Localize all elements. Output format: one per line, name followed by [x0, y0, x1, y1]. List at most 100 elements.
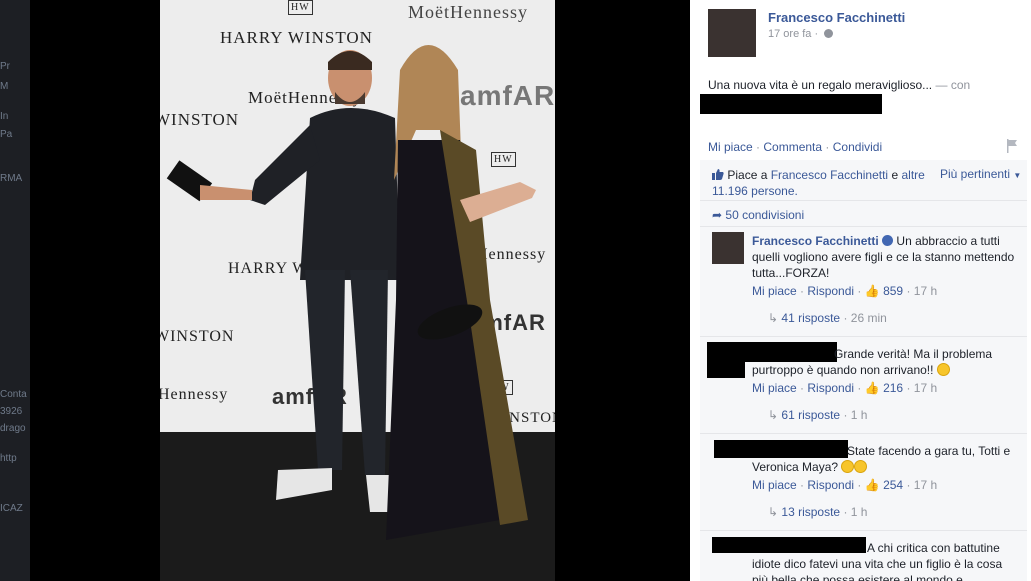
comment-text: Grande verità! Ma il problema purtroppo … [752, 347, 993, 377]
chevron-down-icon: ▼ [1013, 171, 1022, 180]
comment-actions: Mi piace · Rispondi · 👍 216 · 17 h [752, 381, 937, 395]
comment-like-button[interactable]: Mi piace [752, 284, 797, 298]
shares-count: 50 condivisioni [725, 208, 805, 222]
divider [700, 200, 1027, 201]
comment-reply-button[interactable]: Rispondi [807, 284, 854, 298]
comment-time[interactable]: 17 h [914, 284, 937, 298]
separator: · [857, 381, 865, 395]
caption-with: — con [935, 78, 971, 92]
share-arrow-icon: ➦ [712, 208, 723, 222]
flag-icon[interactable] [1006, 139, 1018, 153]
audience-dot: · [814, 28, 822, 40]
replies-time: 26 min [850, 311, 887, 325]
caption-text: Una nuova vita è un regalo meraviglioso.… [708, 78, 933, 92]
sort-dropdown[interactable]: Più pertinenti ▼ [940, 167, 1021, 181]
comment-like-button[interactable]: Mi piace [752, 478, 797, 492]
replies-time: 1 h [850, 505, 868, 519]
divider [700, 336, 1027, 337]
post-side-panel: Francesco Facchinetti 17 ore fa · Una nu… [690, 0, 1031, 581]
separator: · [825, 140, 833, 154]
likes-prefix: Piace a [727, 168, 768, 182]
couple-figures [166, 45, 536, 540]
avatar[interactable] [708, 9, 756, 57]
replies-count: 13 risposte [781, 505, 841, 519]
comment-reply-button[interactable]: Rispondi [807, 381, 854, 395]
redaction-bar [707, 362, 745, 378]
thumbs-up-icon [712, 169, 724, 180]
separator: · [843, 505, 851, 519]
photo-viewer-stage: Pr M In Pa RMA Conta 3926 drago http ICA… [0, 0, 690, 581]
background-page: Pr M In Pa RMA Conta 3926 drago http ICA… [0, 0, 30, 581]
likes-author-link[interactable]: Francesco Facchinetti [771, 168, 888, 182]
bg-fragment: 3926 [0, 406, 23, 417]
shares-link[interactable]: ➦ 50 condivisioni [712, 208, 804, 222]
reply-arrow-icon: ↳ [768, 408, 779, 422]
comment-body: State facendo a gara tu, Totti e Veronic… [752, 443, 1012, 475]
separator: · [906, 381, 914, 395]
laughing-emoji-icon [841, 460, 855, 473]
thumbs-up-icon: 👍 [864, 284, 880, 298]
globe-icon[interactable] [824, 29, 834, 38]
separator: · [843, 408, 851, 422]
bg-fragment: M [0, 81, 9, 92]
thumbs-up-icon: 👍 [864, 478, 880, 492]
bg-fragment: Pa [0, 129, 13, 140]
separator: · [857, 478, 865, 492]
like-button[interactable]: Mi piace [708, 140, 753, 154]
reply-arrow-icon: ↳ [768, 311, 779, 325]
post-photo[interactable]: HARRY WINSTON MoëtHennessy MoëtHennessy … [160, 0, 555, 581]
replies-link[interactable]: ↳ 13 risposte · 1 h [768, 505, 867, 519]
comment-like-count[interactable]: 859 [883, 284, 903, 298]
comment-body: Grande verità! Ma il problema purtroppo … [752, 346, 1012, 378]
post-meta: 17 ore fa · [768, 28, 834, 40]
redaction-bar [700, 94, 882, 114]
post-time[interactable]: 17 ore fa [768, 28, 811, 40]
likes-summary: Piace a Francesco Facchinetti e altre 11… [712, 167, 932, 199]
bg-fragment: drago [0, 423, 26, 434]
post-author[interactable]: Francesco Facchinetti [768, 10, 905, 25]
bg-fragment: http [0, 453, 17, 464]
divider [700, 530, 1027, 531]
comment-time[interactable]: 17 h [914, 478, 937, 492]
divider [700, 433, 1027, 434]
post-caption: Una nuova vita è un regalo meraviglioso.… [708, 78, 970, 92]
comment-body: Francesco Facchinetti Un abbraccio a tut… [752, 233, 1022, 281]
separator: · [906, 284, 914, 298]
comment-like-button[interactable]: Mi piace [752, 381, 797, 395]
bg-fragment: Pr [0, 61, 10, 72]
comment-actions: Mi piace · Rispondi · 👍 859 · 17 h [752, 284, 937, 298]
replies-count: 41 risposte [781, 311, 841, 325]
bg-fragment: In [0, 111, 9, 122]
comment-body: A chi critica con battutine idiote dico … [752, 540, 1014, 581]
comment-author[interactable]: Francesco Facchinetti [752, 234, 879, 248]
replies-count: 61 risposte [781, 408, 841, 422]
comment-time[interactable]: 17 h [914, 381, 937, 395]
bg-fragment: RMA [0, 173, 23, 184]
comment-like-count[interactable]: 216 [883, 381, 903, 395]
sort-label: Più pertinenti [940, 167, 1011, 181]
comment-like-count[interactable]: 254 [883, 478, 903, 492]
comment-reply-button[interactable]: Rispondi [807, 478, 854, 492]
separator: · [857, 284, 865, 298]
divider [700, 226, 1027, 227]
thumbs-up-icon: 👍 [864, 381, 880, 395]
laughing-emoji-icon [854, 460, 868, 473]
bg-fragment: ICAZ [0, 503, 23, 514]
comment-actions: Mi piace · Rispondi · 👍 254 · 17 h [752, 478, 937, 492]
replies-link[interactable]: ↳ 61 risposte · 1 h [768, 408, 867, 422]
replies-link[interactable]: ↳ 41 risposte · 26 min [768, 311, 887, 325]
bg-fragment: Conta [0, 389, 27, 400]
separator: · [906, 478, 914, 492]
separator: · [843, 311, 851, 325]
likes-and: e [891, 168, 899, 182]
comment-avatar[interactable] [712, 232, 744, 264]
share-button[interactable]: Condividi [833, 140, 882, 154]
comment-text: State facendo a gara tu, Totti e Veronic… [752, 444, 1011, 474]
smile-emoji-icon [936, 363, 950, 376]
replies-time: 1 h [850, 408, 868, 422]
comment-text: A chi critica con battutine idiote dico … [752, 541, 1003, 581]
comment-button[interactable]: Commenta [763, 140, 822, 154]
verified-badge-icon [882, 235, 894, 246]
post-actions: Mi piace · Commenta · Condividi [708, 140, 882, 154]
reply-arrow-icon: ↳ [768, 505, 779, 519]
